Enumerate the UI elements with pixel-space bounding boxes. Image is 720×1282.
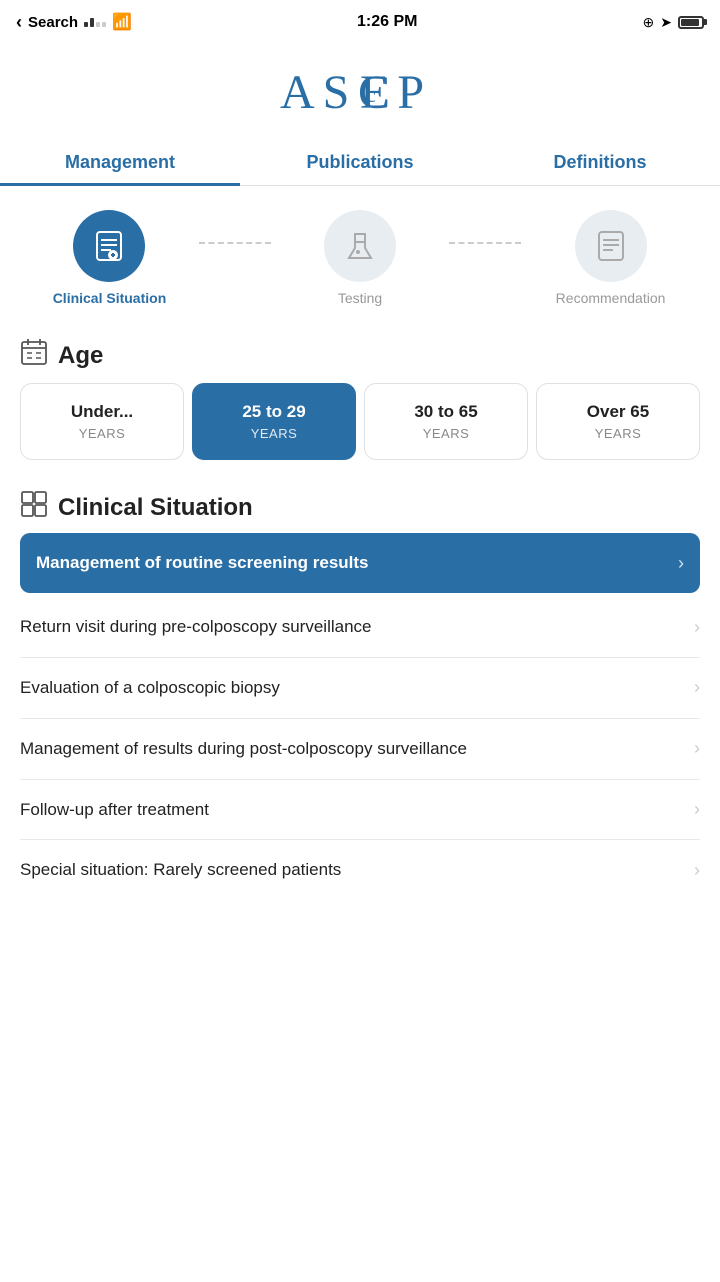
chevron-icon-2: › [694, 677, 700, 698]
clinical-icon [20, 490, 48, 525]
menu-item-return-visit[interactable]: Return visit during pre-colposcopy surve… [20, 597, 700, 658]
clinical-label: Clinical Situation [58, 494, 253, 522]
nav-tabs: Management Publications Definitions [0, 138, 720, 186]
menu-item-colposcopic-biopsy-text: Evaluation of a colposcopic biopsy [20, 676, 694, 700]
app-logo: AS EP C c [0, 44, 720, 138]
clinical-step-circle [73, 210, 145, 282]
chevron-icon-3: › [694, 738, 700, 759]
wizard-step-clinical[interactable]: Clinical Situation [20, 210, 199, 306]
menu-item-post-colposcopy[interactable]: Management of results during post-colpos… [20, 719, 700, 780]
menu-item-special-situation-text: Special situation: Rarely screened patie… [20, 858, 694, 882]
status-bar: ‹ Search 📶 1:26 PM ⊕ ➤ [0, 0, 720, 44]
clinical-step-label: Clinical Situation [53, 290, 167, 306]
age-icon [20, 338, 48, 373]
menu-item-post-colposcopy-text: Management of results during post-colpos… [20, 737, 694, 761]
menu-item-colposcopic-biopsy[interactable]: Evaluation of a colposcopic biopsy › [20, 658, 700, 719]
signal-icon [84, 18, 106, 27]
navigation-icon: ➤ [660, 14, 672, 31]
age-option-under25[interactable]: Under... YEARS [20, 383, 184, 460]
age-option-30to65[interactable]: 30 to 65 YEARS [364, 383, 528, 460]
clinical-section-header: Clinical Situation [0, 476, 720, 533]
back-arrow[interactable]: ‹ [16, 12, 22, 33]
age-range-over65: Over 65 [545, 402, 691, 422]
clinical-menu-list: Management of routine screening results … [0, 533, 720, 900]
age-range-under25: Under... [29, 402, 175, 422]
age-unit-30to65: YEARS [373, 426, 519, 441]
recommendation-step-circle [575, 210, 647, 282]
tab-definitions[interactable]: Definitions [480, 138, 720, 185]
wizard-step-recommendation[interactable]: Recommendation [521, 210, 700, 306]
tab-management[interactable]: Management [0, 138, 240, 185]
age-unit-25to29: YEARS [201, 426, 347, 441]
time-display: 1:26 PM [357, 13, 417, 31]
carrier-label: ‹ Search 📶 [16, 12, 132, 33]
chevron-icon-5: › [694, 860, 700, 881]
chevron-icon-4: › [694, 799, 700, 820]
age-unit-under25: YEARS [29, 426, 175, 441]
age-range-30to65: 30 to 65 [373, 402, 519, 422]
wizard-steps: Clinical Situation Testing Recommendatio… [0, 186, 720, 322]
tab-publications[interactable]: Publications [240, 138, 480, 185]
carrier-text: Search [28, 14, 78, 31]
status-right: ⊕ ➤ [643, 14, 704, 31]
battery-icon [678, 16, 704, 29]
age-option-25to29[interactable]: 25 to 29 YEARS [192, 383, 356, 460]
chevron-icon-0: › [678, 553, 684, 574]
testing-step-circle [324, 210, 396, 282]
menu-item-routine-screening[interactable]: Management of routine screening results … [20, 533, 700, 593]
age-range-25to29: 25 to 29 [201, 402, 347, 422]
logo-svg: AS EP C c [270, 60, 450, 120]
location-icon: ⊕ [643, 14, 655, 31]
menu-item-follow-up-text: Follow-up after treatment [20, 798, 694, 822]
age-section-header: Age [0, 322, 720, 383]
menu-item-routine-screening-text: Management of routine screening results [36, 551, 678, 575]
testing-step-label: Testing [338, 290, 382, 306]
age-label: Age [58, 342, 103, 370]
connector-1 [199, 242, 271, 244]
svg-text:c: c [366, 82, 384, 107]
wizard-step-testing[interactable]: Testing [271, 210, 450, 306]
age-unit-over65: YEARS [545, 426, 691, 441]
connector-2 [449, 242, 521, 244]
menu-item-special-situation[interactable]: Special situation: Rarely screened patie… [20, 840, 700, 900]
wifi-icon: 📶 [112, 12, 132, 32]
recommendation-step-label: Recommendation [556, 290, 666, 306]
menu-item-return-visit-text: Return visit during pre-colposcopy surve… [20, 615, 694, 639]
menu-item-follow-up[interactable]: Follow-up after treatment › [20, 780, 700, 841]
age-grid: Under... YEARS 25 to 29 YEARS 30 to 65 Y… [0, 383, 720, 476]
svg-text:AS: AS [280, 66, 357, 119]
chevron-icon-1: › [694, 617, 700, 638]
age-option-over65[interactable]: Over 65 YEARS [536, 383, 700, 460]
